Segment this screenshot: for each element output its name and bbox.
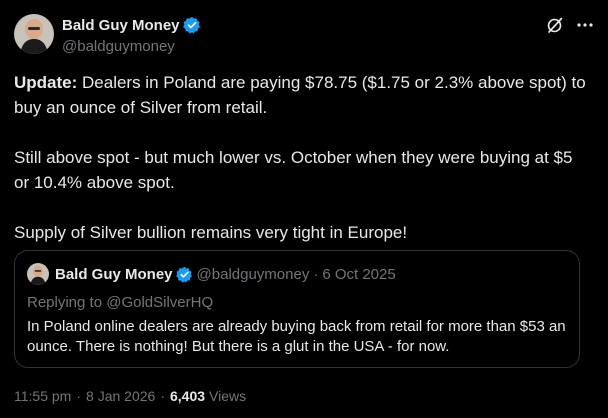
author-info: Bald Guy Money @baldguymoney xyxy=(62,14,201,57)
tweet-header: Bald Guy Money @baldguymoney xyxy=(14,14,594,58)
views-label: Views xyxy=(209,388,247,404)
author-display-name[interactable]: Bald Guy Money xyxy=(62,17,180,34)
meta-separator: · xyxy=(160,388,165,404)
more-options-icon[interactable] xyxy=(576,16,594,34)
update-label: Update: xyxy=(14,73,78,92)
avatar[interactable] xyxy=(14,14,54,54)
views-count: 6,403 xyxy=(169,388,206,404)
tweet: Bald Guy Money @baldguymoney Update: Dea… xyxy=(0,0,608,418)
quoted-avatar xyxy=(27,263,49,285)
post-paragraph-2: Still above spot - but much lower vs. Oc… xyxy=(14,148,578,192)
replying-prefix: Replying to xyxy=(27,294,107,311)
quoted-tweet-header: Bald Guy Money @baldguymoney · 6 Oct 202… xyxy=(27,263,567,285)
quoted-display-name: Bald Guy Money xyxy=(55,265,173,283)
replying-mention[interactable]: @GoldSilverHQ xyxy=(106,294,213,311)
meta-separator: · xyxy=(76,388,82,404)
replying-to: Replying to @GoldSilverHQ xyxy=(27,293,567,313)
tweet-text: Update: Dealers in Poland are paying $78… xyxy=(14,70,588,270)
quoted-handle: @baldguymoney xyxy=(196,265,310,283)
header-actions xyxy=(546,16,594,34)
verified-badge-icon xyxy=(175,266,193,283)
grok-icon[interactable] xyxy=(546,16,564,34)
quoted-text: In Poland online dealers are already buy… xyxy=(27,318,566,355)
quoted-tweet[interactable]: Bald Guy Money @baldguymoney · 6 Oct 202… xyxy=(14,250,580,368)
post-paragraph-3: Supply of Silver bullion remains very ti… xyxy=(14,223,408,242)
quoted-separator: · xyxy=(313,265,319,283)
post-time[interactable]: 11:55 pm xyxy=(14,388,71,404)
tweet-meta: 11:55 pm · 8 Jan 2026 · 6,403 Views xyxy=(14,386,246,406)
author-handle[interactable]: @baldguymoney xyxy=(62,37,201,57)
post-date[interactable]: 8 Jan 2026 xyxy=(86,388,155,404)
quoted-date: 6 Oct 2025 xyxy=(322,265,396,283)
verified-badge-icon[interactable] xyxy=(182,16,201,34)
post-paragraph-1-text: Dealers in Poland are paying $78.75 ($1.… xyxy=(14,73,591,117)
post-paragraph-1: Update: Dealers in Poland are paying $78… xyxy=(14,70,588,120)
